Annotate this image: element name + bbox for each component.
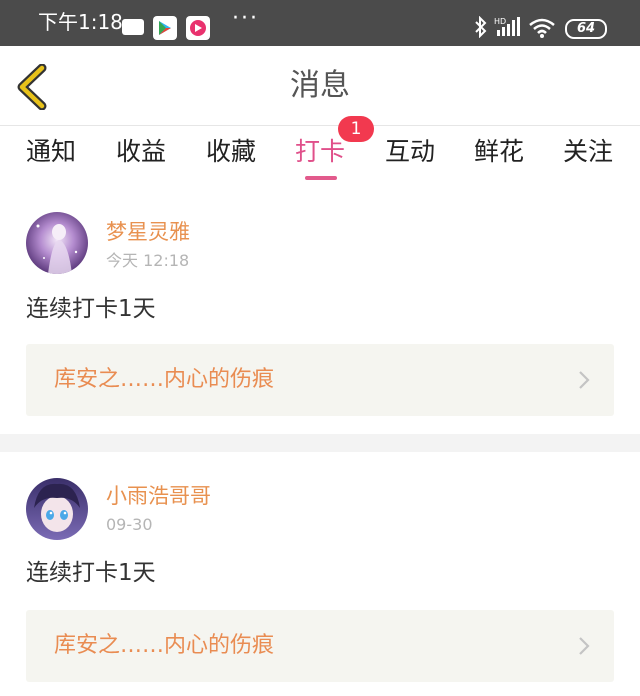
battery-icon: 64 bbox=[565, 19, 607, 39]
video-app-icon bbox=[186, 16, 210, 40]
message-icon bbox=[122, 10, 144, 35]
message-time: 09-30 bbox=[106, 515, 153, 534]
message-card: 梦星灵雅 今天 12:18 连续打卡1天 库安之……内心的伤痕 bbox=[0, 190, 640, 434]
divider bbox=[0, 434, 640, 452]
book-link-title: 库安之……内心的伤痕 bbox=[54, 367, 275, 392]
status-bar: 下午1:18 ··· HD 64 bbox=[0, 0, 640, 46]
play-store-icon bbox=[153, 16, 177, 40]
active-tab-indicator bbox=[305, 176, 337, 180]
chevron-right-icon bbox=[579, 371, 590, 389]
avatar[interactable] bbox=[26, 212, 88, 274]
avatar[interactable] bbox=[26, 478, 88, 540]
bluetooth-icon bbox=[474, 15, 488, 42]
nav-bar: 消息 bbox=[0, 46, 640, 126]
book-link-title: 库安之……内心的伤痕 bbox=[54, 633, 275, 658]
book-link[interactable]: 库安之……内心的伤痕 bbox=[26, 610, 614, 682]
message-card: 小雨浩哥哥 09-30 连续打卡1天 库安之……内心的伤痕 bbox=[0, 452, 640, 696]
signal-icon: HD bbox=[494, 16, 522, 42]
tab-following[interactable]: 关注 bbox=[563, 134, 613, 184]
message-content: 连续打卡1天 bbox=[26, 296, 156, 322]
chevron-right-icon bbox=[579, 637, 590, 655]
svg-text:HD: HD bbox=[494, 17, 506, 26]
tab-interaction[interactable]: 互动 bbox=[385, 134, 435, 184]
tab-flowers[interactable]: 鲜花 bbox=[474, 134, 524, 184]
message-content: 连续打卡1天 bbox=[26, 560, 156, 586]
tab-earnings[interactable]: 收益 bbox=[116, 134, 166, 184]
tab-notifications[interactable]: 通知 bbox=[26, 134, 76, 184]
page-title: 消息 bbox=[290, 68, 350, 103]
tab-favorites[interactable]: 收藏 bbox=[206, 134, 256, 184]
username[interactable]: 梦星灵雅 bbox=[106, 218, 190, 246]
status-time: 下午1:18 bbox=[38, 10, 123, 34]
username[interactable]: 小雨浩哥哥 bbox=[106, 482, 211, 510]
unread-badge: 1 bbox=[338, 116, 374, 142]
tab-bar: 通知 收益 收藏 打卡 互动 鲜花 关注 bbox=[0, 126, 640, 190]
book-link[interactable]: 库安之……内心的伤痕 bbox=[26, 344, 614, 416]
wifi-icon bbox=[528, 17, 556, 43]
message-time: 今天 12:18 bbox=[106, 251, 190, 270]
more-notifications-icon: ··· bbox=[232, 6, 259, 31]
